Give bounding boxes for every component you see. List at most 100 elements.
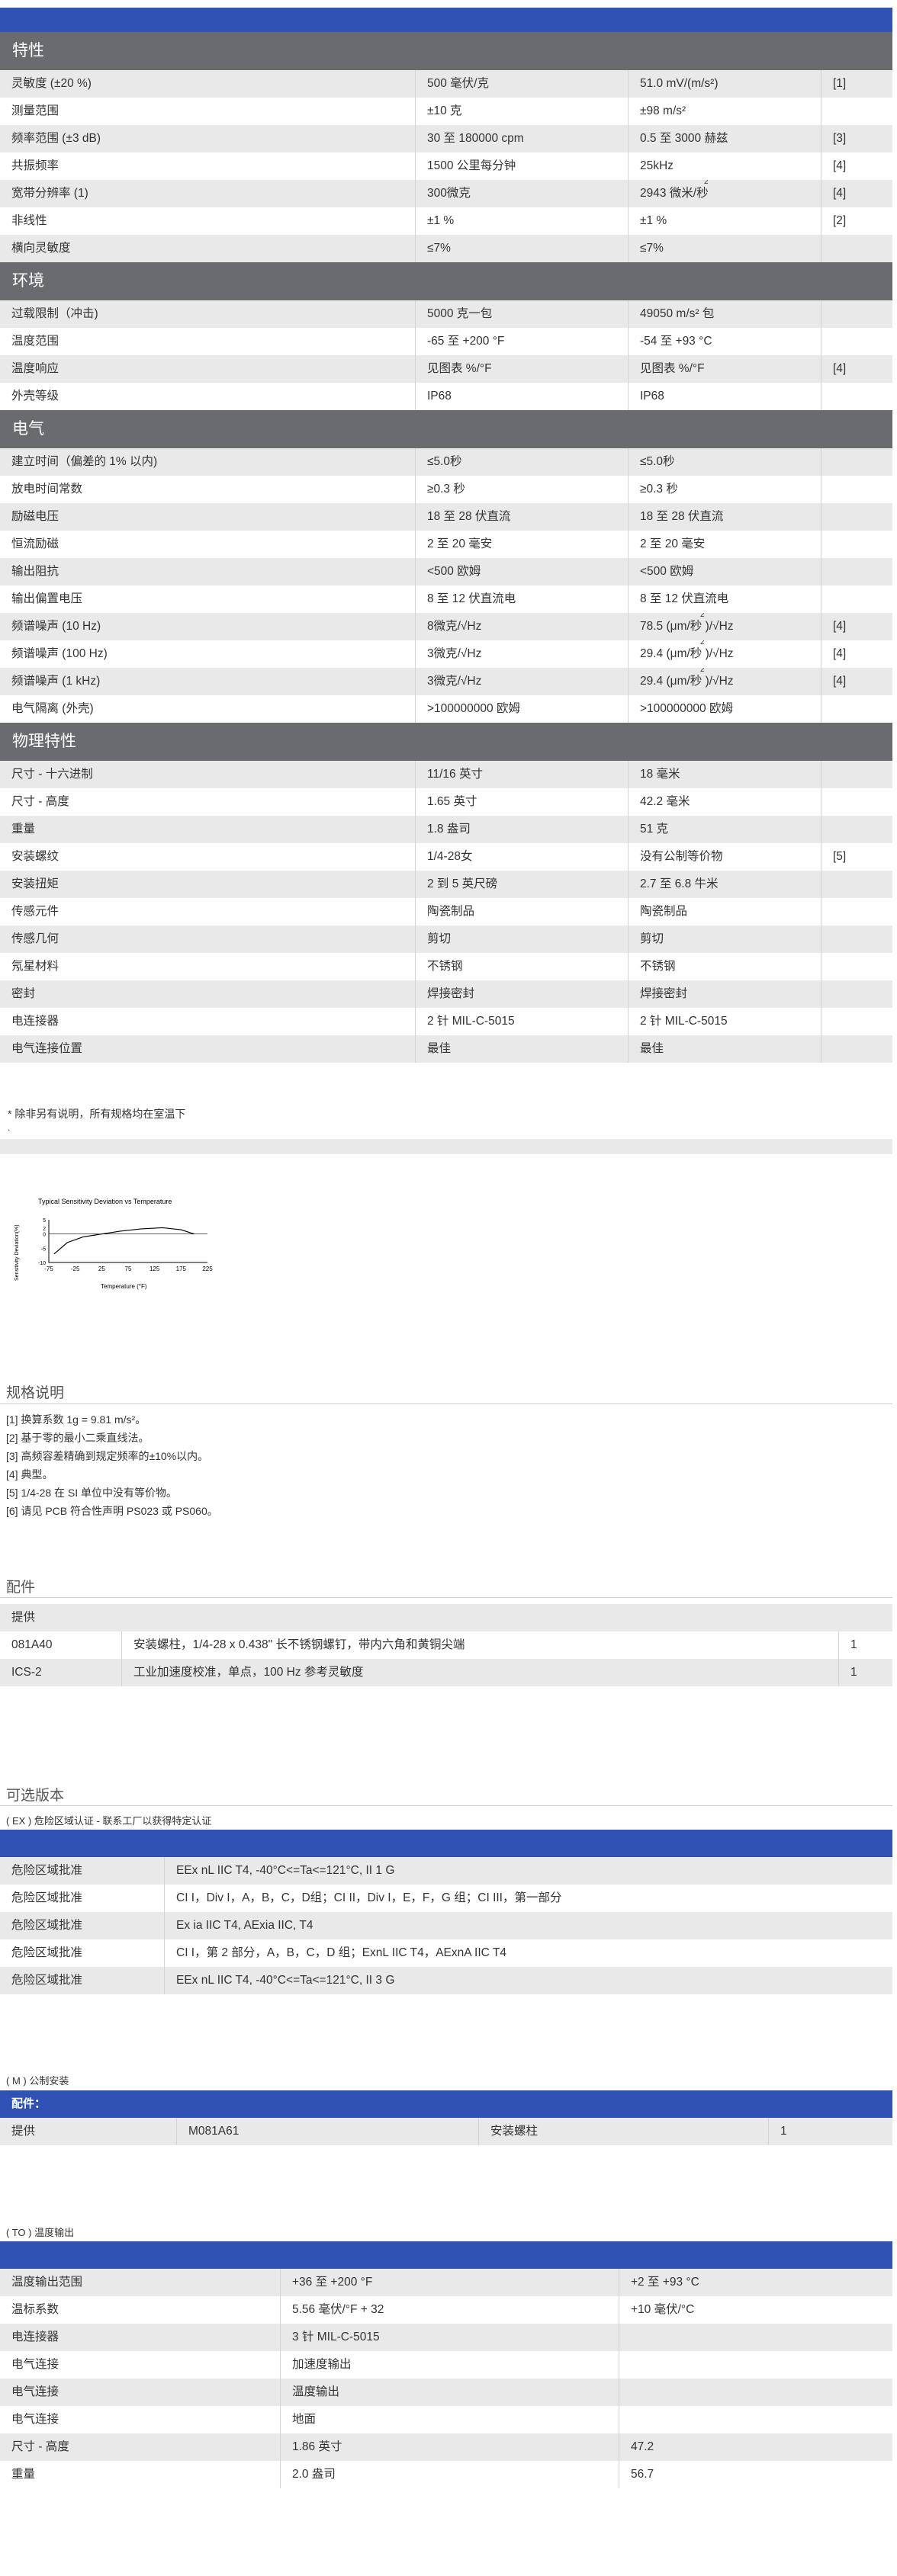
spec-cell: [5] (821, 843, 892, 871)
spec-cell (821, 235, 892, 262)
spec-cell: ≤5.0秒 (629, 448, 821, 476)
chart-y-tick: 2 (43, 1227, 46, 1232)
ex-row: 危险区域批准 Ex ia IIC T4, AExia IIC, T4 (0, 1912, 892, 1939)
spec-cell-text: 尺寸 - 高度 (11, 795, 69, 808)
spec-cell-text: 18 至 28 伏直流 (427, 510, 511, 523)
spec-row: 外壳等级 IP68 IP68 (0, 383, 892, 410)
spec-cell-text: [4] (833, 362, 847, 375)
spec-cell-text: 2 至 20 毫安 (427, 537, 493, 550)
spec-cell-text: 2.7 至 6.8 牛米 (640, 877, 719, 890)
spec-cell: 放电时间常数 (0, 476, 416, 503)
ex-version-title: ( EX ) 危险区域认证 - 联系工厂以获得特定认证 (6, 1815, 212, 1827)
spec-row: 电连接器 2 针 MIL-C-5015 2 针 MIL-C-5015 (0, 1008, 892, 1035)
to-cell: 电气连接 (0, 2379, 281, 2406)
spec-cell: 见图表 %/°F (416, 355, 629, 383)
spec-cell: 18 毫米 (629, 761, 821, 788)
to-row: 电气连接 温度输出 (0, 2379, 892, 2406)
ex-row: 危险区域批准 EEx nL IIC T4, -40°C<=Ta<=121°C, I… (0, 1857, 892, 1885)
m-version-title: ( M ) 公制安装 (6, 2075, 69, 2087)
spec-cell: 频谱噪声 (1 kHz) (0, 668, 416, 695)
spec-cell-text: >100000000 欧姆 (640, 702, 733, 715)
spec-cell-text: [4] (833, 159, 847, 172)
spec-cell-text: -54 至 +93 °C (640, 335, 712, 348)
spec-cell-text: 建立时间（偏差的 1% 以内) (11, 455, 158, 468)
spec-cell: 安装螺纹 (0, 843, 416, 871)
to-cell: 电气连接 (0, 2406, 281, 2433)
spec-cell: 共振频率 (0, 152, 416, 180)
spec-cell: IP68 (629, 383, 821, 410)
spec-cell-text: 频谱噪声 (100 Hz) (11, 647, 108, 660)
spec-cell: 3微克/√Hz (416, 668, 629, 695)
spec-cell: 5000 克一包 (416, 300, 629, 328)
spec-cell: 恒流励磁 (0, 531, 416, 558)
spec-cell-text: 非线性 (11, 214, 47, 227)
spec-cell-text: 频谱噪声 (1 kHz) (11, 675, 101, 688)
spec-cell (821, 871, 892, 898)
spec-cell: 1.8 盎司 (416, 816, 629, 843)
to-cell: +36 至 +200 °F (281, 2269, 619, 2296)
spec-row: 频谱噪声 (1 kHz) 3微克/√Hz 29.4 (μm/秒 )/√Hz 2 [4] (0, 668, 892, 695)
to-cell (619, 2379, 892, 2406)
m-cell: M081A61 (177, 2118, 479, 2145)
section-header: 物理特性 (0, 723, 892, 761)
footnote-gray-bar (0, 1139, 892, 1154)
spec-cell-text: [1] (833, 77, 847, 90)
spec-cell: ±1 % (416, 207, 629, 235)
spec-cell: 不锈钢 (629, 953, 821, 980)
spec-cell-text: 剪切 (640, 932, 664, 945)
spec-cell: >100000000 欧姆 (629, 695, 821, 723)
spec-cell: 非线性 (0, 207, 416, 235)
to-cell: 1.86 英寸 (281, 2433, 619, 2461)
spec-cell-text: 0.5 至 3000 赫兹 (640, 132, 728, 145)
spec-cell-text: 8 至 12 伏直流电 (640, 592, 729, 605)
spec-cell-text: 电气隔离 (外壳) (11, 702, 94, 715)
spec-row: 灵敏度 (±20 %) 500 毫伏/克 51.0 mV/(m/s²) [1] (0, 70, 892, 98)
m-row: 提供 M081A61 安装螺柱 1 (0, 2118, 892, 2145)
ex-row: 危险区域批准 CI I，第 2 部分，A，B，C，D 组；ExnL IIC T4，… (0, 1939, 892, 1967)
chart-y-tick: -5 (41, 1246, 46, 1252)
spec-cell-text: 频谱噪声 (10 Hz) (11, 620, 101, 633)
ex-cell: CI I，第 2 部分，A，B，C，D 组；ExnL IIC T4，AExnA … (176, 1946, 506, 1959)
to-cell: 温度输出 (281, 2379, 619, 2406)
accessories-divider (0, 1597, 892, 1598)
spec-cell: 过载限制（冲击) (0, 300, 416, 328)
spec-row: 输出偏置电压 8 至 12 伏直流电 8 至 12 伏直流电 (0, 585, 892, 613)
spec-cell: 29.4 (μm/秒 )/√Hz 2 (629, 668, 821, 695)
spec-cell-text: 频率范围 (±3 dB) (11, 132, 101, 145)
spec-row: 安装螺纹 1/4-28女 没有公制等价物 [5] (0, 843, 892, 871)
ex-cell: EEx nL IIC T4, -40°C<=Ta<=121°C, II 1 G (176, 1864, 395, 1877)
spec-cell-text: 42.2 毫米 (640, 795, 690, 808)
spec-cell: 见图表 %/°F (629, 355, 821, 383)
sensitivity-temperature-chart: Typical Sensitivity Deviation vs Tempera… (14, 1198, 213, 1290)
to-cell: +2 至 +93 °C (631, 2276, 699, 2289)
accessory-cell: ICS-2 (0, 1659, 122, 1686)
spec-row: 传感几何 剪切 剪切 (0, 925, 892, 953)
spec-cell: [4] (821, 640, 892, 668)
spec-cell: 2 针 MIL-C-5015 (416, 1008, 629, 1035)
to-cell: 56.7 (631, 2468, 654, 2481)
to-cell: 尺寸 - 高度 (0, 2433, 281, 2461)
spec-cell: 焊接密封 (629, 980, 821, 1008)
spec-cell: 8微克/√Hz (416, 613, 629, 640)
spec-cell-text: 2 至 20 毫安 (640, 537, 706, 550)
spec-cell-text: ±1 % (427, 214, 455, 227)
spec-cell: 频率范围 (±3 dB) (0, 125, 416, 152)
spec-cell: ±98 m/s² (629, 98, 821, 125)
spec-cell: 频谱噪声 (100 Hz) (0, 640, 416, 668)
spec-row: 温度范围 -65 至 +200 °F -54 至 +93 °C (0, 328, 892, 355)
spec-row: 横向灵敏度 ≤7% ≤7% (0, 235, 892, 262)
spec-cell (821, 980, 892, 1008)
spec-row: 非线性 ±1 % ±1 % [2] (0, 207, 892, 235)
spec-cell: 宽带分辨率 (1) (0, 180, 416, 207)
spec-cell: 78.5 (μm/秒 )/√Hz 2 (629, 613, 821, 640)
spec-cell: 重量 (0, 816, 416, 843)
spec-row: 尺寸 - 十六进制 11/16 英寸 18 毫米 (0, 761, 892, 788)
spec-cell-text: 最佳 (640, 1042, 664, 1055)
chart-x-tick: -25 (71, 1266, 80, 1272)
m-cell: 提供 (0, 2118, 177, 2145)
spec-cell-text: 输出偏置电压 (11, 592, 83, 605)
versions-divider (0, 1805, 892, 1806)
chart-y-tick: 5 (43, 1218, 46, 1224)
spec-cell: 输出阻抗 (0, 558, 416, 585)
spec-cell: 陶瓷制品 (629, 898, 821, 925)
